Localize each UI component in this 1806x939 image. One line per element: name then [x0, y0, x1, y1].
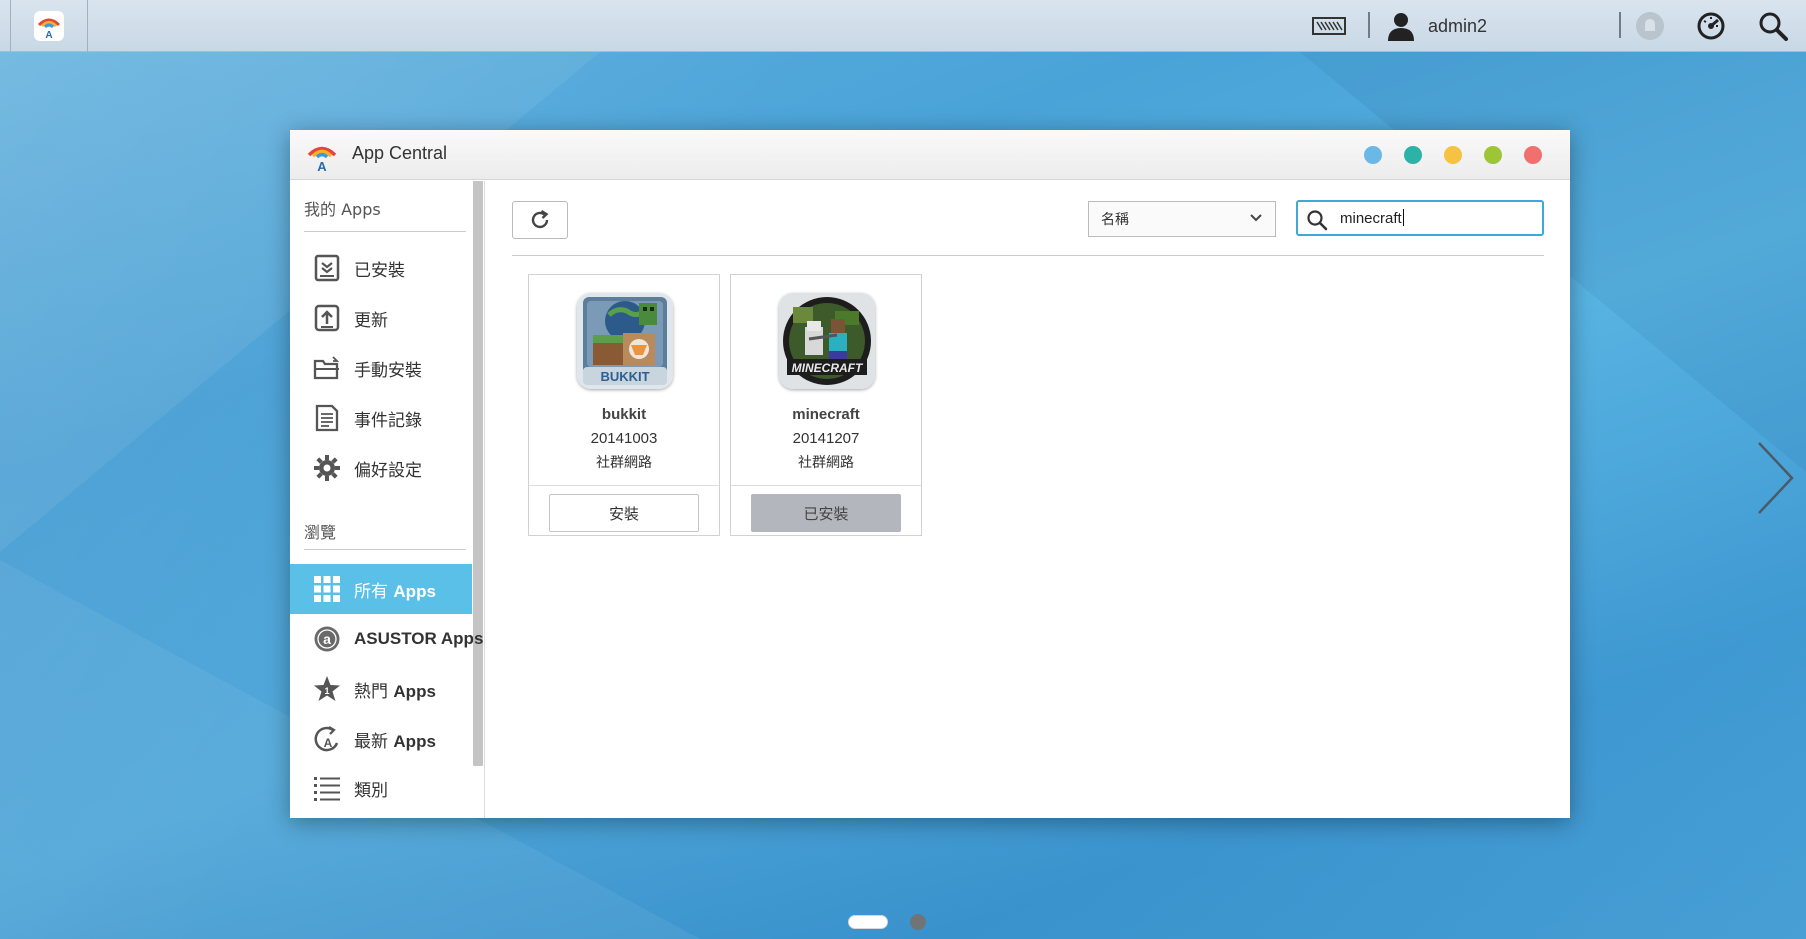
sidebar-item-preferences[interactable]: 偏好設定	[290, 443, 472, 493]
sidebar-item-new-apps[interactable]: A 最新 Apps	[290, 714, 472, 764]
minecraft-app-icon: MINECRAFT	[779, 293, 875, 389]
folder-icon	[312, 353, 342, 383]
page-indicator[interactable]	[910, 914, 926, 930]
search-input-value: minecraft	[1340, 209, 1404, 227]
user-menu[interactable]: admin2	[1386, 0, 1487, 52]
app-version: 20141207	[792, 430, 860, 447]
sort-selected-value: 名稱	[1101, 212, 1129, 228]
app-category: 社群網路	[798, 455, 854, 471]
user-icon	[1388, 13, 1414, 41]
svg-text:A: A	[317, 159, 327, 172]
sidebar-item-categories[interactable]: 類別	[290, 763, 472, 813]
window-help-button[interactable]	[1404, 146, 1422, 164]
app-card[interactable]: BUKKIT bukkit 20141003 社群網路 安裝	[528, 274, 720, 536]
app-version: 20141003	[590, 430, 658, 447]
taskbar: A admin2	[0, 0, 1806, 52]
sidebar-item-label: 類別	[354, 780, 388, 801]
svg-text:1: 1	[324, 686, 329, 696]
app-name: bukkit	[601, 406, 647, 423]
svg-text:MINECRAFT: MINECRAFT	[792, 361, 864, 375]
my-apps-heading: 我的 Apps	[304, 200, 381, 219]
bukkit-app-icon: BUKKIT	[577, 293, 673, 389]
sort-select[interactable]: 名稱	[1088, 201, 1276, 237]
app-category: 社群網路	[596, 455, 652, 471]
refresh-button[interactable]	[512, 201, 568, 239]
search-icon	[1307, 210, 1328, 231]
new-icon: A	[312, 724, 342, 754]
install-button[interactable]: 安裝	[549, 494, 699, 532]
browse-heading: 瀏覽	[304, 523, 337, 542]
sidebar-item-installed[interactable]: 已安裝	[290, 243, 472, 293]
window-maximize-button[interactable]	[1484, 146, 1502, 164]
log-icon	[312, 403, 342, 433]
sidebar-item-label: 更新	[354, 310, 388, 331]
username: admin2	[1428, 15, 1488, 36]
keyboard-icon[interactable]	[1312, 0, 1346, 52]
taskbar-separator	[1619, 12, 1621, 38]
refresh-icon	[531, 209, 549, 229]
taskbar-app-central-button[interactable]: A	[10, 0, 88, 52]
chevron-down-icon	[1250, 214, 1262, 222]
sidebar-item-manual-install[interactable]: 手動安裝	[290, 343, 472, 393]
dashboard-icon[interactable]	[1696, 0, 1726, 52]
sidebar-item-label: ASUSTOR Apps	[354, 629, 484, 648]
sidebar: 我的 Apps 已安裝 更新 手動安裝 事件記錄 偏好設定 瀏覽 所有 Apps…	[290, 181, 485, 818]
taskbar-separator	[1368, 12, 1370, 38]
app-name: minecraft	[792, 406, 860, 423]
window-title: App Central	[352, 143, 448, 163]
app-central-window: A App Central 我的 Apps 已安裝 更新 手動安裝 事件記錄 偏…	[290, 130, 1570, 818]
sidebar-item-update[interactable]: 更新	[290, 293, 472, 343]
window-info-button[interactable]	[1364, 146, 1382, 164]
sidebar-item-label: 事件記錄	[354, 410, 422, 431]
update-icon	[312, 303, 342, 333]
sidebar-item-label: 已安裝	[354, 260, 405, 281]
app-central-icon: A	[34, 11, 64, 41]
svg-text:a: a	[323, 631, 331, 647]
svg-text:A: A	[324, 736, 333, 750]
divider	[512, 255, 1544, 256]
sidebar-item-popular-apps[interactable]: 1 熱門 Apps	[290, 664, 472, 714]
sidebar-item-label: 偏好設定	[354, 460, 422, 481]
grid-icon	[312, 574, 342, 604]
sidebar-item-label: 手動安裝	[354, 360, 422, 381]
divider	[304, 231, 466, 232]
divider	[529, 485, 719, 486]
window-minimize-button[interactable]	[1444, 146, 1462, 164]
page-indicator-active[interactable]	[848, 915, 888, 929]
search-icon[interactable]	[1758, 0, 1788, 52]
installed-button[interactable]: 已安裝	[751, 494, 901, 532]
notification-icon[interactable]	[1635, 0, 1665, 52]
sidebar-scrollbar[interactable]	[473, 181, 483, 766]
app-card[interactable]: MINECRAFT minecraft 20141207 社群網路 已安裝	[730, 274, 922, 536]
window-titlebar[interactable]: A App Central	[290, 130, 1570, 180]
gear-icon	[312, 453, 342, 483]
divider	[731, 485, 921, 486]
sidebar-item-log[interactable]: 事件記錄	[290, 393, 472, 443]
divider	[304, 549, 466, 550]
asustor-icon: a	[312, 624, 342, 654]
main-panel: 名稱 minecraft BUKKIT bukkit 20141003 社群網路…	[486, 181, 1570, 818]
search-input[interactable]: minecraft	[1296, 200, 1544, 236]
sidebar-item-label: 熱門 Apps	[354, 681, 436, 702]
sidebar-item-label: 最新 Apps	[354, 731, 436, 752]
list-icon	[312, 773, 342, 803]
chevron-right-icon[interactable]	[1756, 440, 1796, 516]
sidebar-item-all-apps[interactable]: 所有 Apps	[290, 564, 472, 614]
svg-text:A: A	[45, 30, 52, 39]
window-close-button[interactable]	[1524, 146, 1542, 164]
star-icon: 1	[312, 674, 342, 704]
svg-text:BUKKIT: BUKKIT	[600, 369, 649, 384]
installed-icon	[312, 253, 342, 283]
sidebar-item-asustor-apps[interactable]: a ASUSTOR Apps	[290, 614, 483, 664]
app-central-icon: A	[307, 146, 337, 172]
sidebar-item-label: 所有 Apps	[354, 581, 436, 602]
